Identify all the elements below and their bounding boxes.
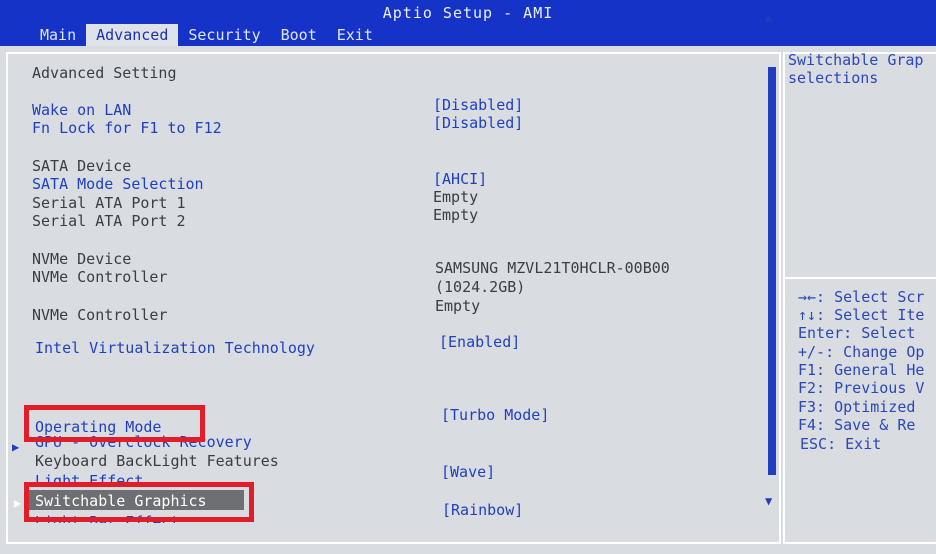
- nvme-controller-1-size: (1024.2GB): [435, 278, 526, 296]
- help-key-f2: F2: Previous V: [798, 379, 925, 397]
- section-heading: Advanced Setting: [32, 64, 177, 82]
- nvme-device-heading: NVMe Device: [32, 250, 132, 268]
- help-description-line2: selections: [788, 69, 879, 87]
- help-key-select-item: ↑↓: Select Ite: [798, 306, 925, 324]
- help-description-line1: Switchable Grap: [788, 51, 924, 69]
- sata-mode-label[interactable]: SATA Mode Selection: [32, 175, 204, 193]
- help-key-f4: F4: Save & Re: [798, 416, 916, 434]
- wake-on-lan-value[interactable]: [Disabled]: [433, 96, 523, 114]
- sata-port1-label: Serial ATA Port 1: [32, 194, 186, 212]
- help-key-enter: Enter: Select: [798, 324, 916, 342]
- window-title: Aptio Setup - AMI: [382, 4, 554, 22]
- sata-mode-value[interactable]: [AHCI]: [433, 170, 487, 188]
- help-key-f1: F1: General He: [798, 361, 925, 379]
- nvme-controller-1-model: SAMSUNG MZVL21T0HCLR-00B00: [435, 259, 670, 277]
- nvme-controller-2-label: NVMe Controller: [32, 306, 168, 324]
- tab-security[interactable]: Security: [178, 24, 270, 46]
- scroll-down-arrow-icon[interactable]: ▼: [765, 494, 772, 508]
- tab-advanced[interactable]: Advanced: [86, 24, 179, 46]
- light-effect-value[interactable]: [Wave]: [441, 463, 495, 481]
- light-effect-row-clip: Light Effect: [35, 472, 165, 482]
- scrollbar[interactable]: [768, 67, 776, 475]
- switchable-graphics-highlight-box: [24, 482, 254, 522]
- tab-bar: Main Advanced Security Boot Exit: [30, 24, 383, 46]
- help-key-f3: F3: Optimized: [798, 398, 916, 416]
- sata-port2-label: Serial ATA Port 2: [32, 212, 186, 230]
- light-bar-effect-value[interactable]: [Rainbow]: [442, 501, 523, 519]
- tab-boot[interactable]: Boot: [271, 24, 327, 46]
- virtualization-value[interactable]: [Enabled]: [439, 333, 520, 351]
- help-key-select-screen: →←: Select Scr: [798, 288, 925, 306]
- tab-main[interactable]: Main: [30, 24, 86, 46]
- submenu-arrow-icon: ▶: [12, 440, 20, 454]
- help-key-esc: ESC: Exit: [800, 435, 882, 453]
- virtualization-label[interactable]: Intel Virtualization Technology: [35, 339, 315, 357]
- fn-lock-label[interactable]: Fn Lock for F1 to F12: [32, 119, 222, 137]
- help-divider: [785, 277, 936, 279]
- keyboard-backlight-heading: Keyboard BackLight Features: [35, 452, 279, 470]
- sata-port1-value: Empty: [433, 188, 479, 206]
- sata-port2-value: Empty: [433, 206, 479, 224]
- nvme-controller-2-value: Empty: [435, 297, 481, 315]
- nvme-controller-1-label: NVMe Controller: [32, 268, 168, 286]
- fn-lock-value[interactable]: [Disabled]: [433, 114, 523, 132]
- light-effect-label[interactable]: Light Effect: [35, 472, 143, 482]
- scroll-up-arrow-icon[interactable]: ▲: [765, 10, 772, 24]
- sata-device-heading: SATA Device: [32, 157, 132, 175]
- operating-mode-value[interactable]: [Turbo Mode]: [441, 406, 549, 424]
- help-key-change: +/-: Change Op: [798, 343, 925, 361]
- wake-on-lan-label[interactable]: Wake on LAN: [32, 101, 131, 119]
- operating-mode-highlight-box: [24, 405, 205, 442]
- tab-exit[interactable]: Exit: [327, 24, 383, 46]
- selected-arrow-icon: ▶: [14, 496, 22, 510]
